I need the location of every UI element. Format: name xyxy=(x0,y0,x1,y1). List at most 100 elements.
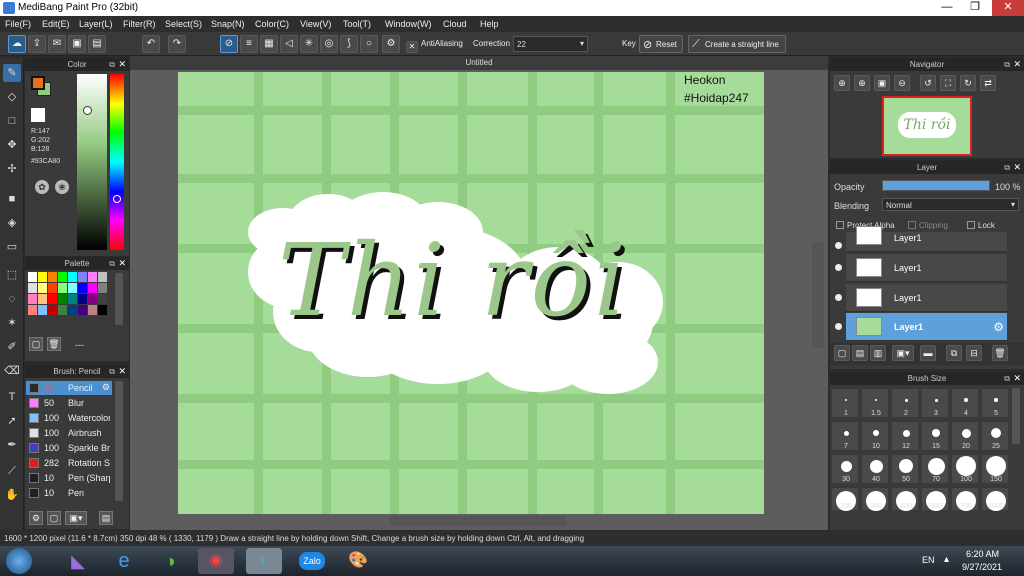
palette-swatch[interactable] xyxy=(48,305,57,315)
palette-scrollbar[interactable] xyxy=(115,273,123,325)
palette-swatch[interactable] xyxy=(38,305,47,315)
brush-item[interactable]: 282 Rotation Sym xyxy=(26,456,112,470)
visual-studio-icon[interactable]: ◣ xyxy=(60,548,96,574)
undo-icon[interactable]: ↶ xyxy=(142,35,160,53)
palette-swatch[interactable] xyxy=(88,294,97,304)
zalo-icon[interactable]: Zalo xyxy=(294,548,330,574)
brush-size-cell[interactable]: 15 xyxy=(921,421,949,451)
canvas-vertical-scrollbar[interactable] xyxy=(812,242,824,348)
menu-cloud[interactable]: Cloud xyxy=(443,19,467,29)
trash-icon[interactable]: 🗑 xyxy=(47,337,61,351)
document-icon[interactable]: ▤ xyxy=(88,35,106,53)
menu-edit[interactable]: Edit(E) xyxy=(42,19,70,29)
detach-icon[interactable]: ⧉ xyxy=(1004,372,1010,385)
brush-item[interactable]: 10 Pen xyxy=(26,486,112,500)
palette-swatch[interactable] xyxy=(58,294,67,304)
brush-size-cell[interactable]: 400 xyxy=(891,487,919,511)
brush-item[interactable]: 10 Pen (Sharp) xyxy=(26,471,112,485)
add-brush-icon[interactable]: ▣▾ xyxy=(65,511,87,525)
brush-size-cell[interactable]: 200 xyxy=(831,487,859,511)
brush-properties-icon[interactable]: ▤ xyxy=(99,511,113,525)
fill-tool-icon[interactable]: ◈ xyxy=(3,214,21,232)
paint-icon[interactable]: 🎨 xyxy=(340,548,376,574)
zoom-fit-icon[interactable]: ⊕ xyxy=(834,75,850,91)
rotate-left-icon[interactable]: ↺ xyxy=(920,75,936,91)
palette-swatch[interactable] xyxy=(88,305,97,315)
palette-swatch[interactable] xyxy=(68,272,77,282)
brush-size-cell[interactable]: 10 xyxy=(861,421,889,451)
palette-swatch[interactable] xyxy=(28,283,37,293)
brush-item[interactable]: 100 Sparkle Brush xyxy=(26,441,112,455)
brush-size-cell[interactable]: 40 xyxy=(861,454,889,484)
new-brush-icon[interactable]: ▢ xyxy=(47,511,61,525)
start-button[interactable] xyxy=(6,548,32,574)
palette-swatch[interactable] xyxy=(98,294,107,304)
merge-down-icon[interactable]: ⊟ xyxy=(966,345,982,361)
detach-icon[interactable]: ⧉ xyxy=(109,365,115,378)
folder-icon[interactable]: ▬ xyxy=(920,345,936,361)
visibility-toggle[interactable] xyxy=(835,242,842,249)
share-icon[interactable]: ⇪ xyxy=(28,35,46,53)
brush-item[interactable]: 100 Airbrush xyxy=(26,426,112,440)
hue-slider[interactable] xyxy=(110,74,124,250)
brush-settings-icon[interactable]: ⚙ xyxy=(29,511,43,525)
palette-swatch[interactable] xyxy=(78,272,87,282)
brush-size-cell[interactable]: 50 xyxy=(891,454,919,484)
palette-swatch[interactable] xyxy=(48,283,57,293)
select-eraser-tool-icon[interactable]: ⌫ xyxy=(3,362,21,380)
menu-view[interactable]: View(V) xyxy=(300,19,331,29)
brush-size-cell[interactable]: 25 xyxy=(981,421,1009,451)
select-pen-tool-icon[interactable]: ✐ xyxy=(3,338,21,356)
eraser-tool-icon[interactable]: ◇ xyxy=(3,88,21,106)
detach-icon[interactable]: ⧉ xyxy=(109,257,115,270)
menu-window[interactable]: Window(W) xyxy=(385,19,432,29)
detach-icon[interactable]: ⧉ xyxy=(109,58,115,71)
lock-checkbox[interactable] xyxy=(967,221,975,229)
select-tool-icon[interactable]: ⬚ xyxy=(3,266,21,284)
new-raster-layer-icon[interactable]: ▤ xyxy=(852,345,868,361)
brush-size-cell[interactable]: 7 xyxy=(831,421,859,451)
actual-size-icon[interactable]: ▣ xyxy=(874,75,890,91)
close-icon[interactable]: ✕ xyxy=(1013,161,1021,174)
snap-off-icon[interactable]: ⊘ xyxy=(220,35,238,53)
divide-tool-icon[interactable]: ⟋ xyxy=(3,462,21,480)
brush-size-cell[interactable]: 30 xyxy=(831,454,859,484)
palette-swatch[interactable] xyxy=(28,272,37,282)
zoom-out-icon[interactable]: ⊖ xyxy=(894,75,910,91)
layer-row[interactable]: Layer1 xyxy=(846,284,1007,312)
layer-row[interactable]: Layer1 xyxy=(846,254,1007,282)
brush-size-cell[interactable]: 300 xyxy=(861,487,889,511)
saturation-value-picker[interactable] xyxy=(77,74,107,250)
operation-tool-icon[interactable]: ➚ xyxy=(3,412,21,430)
close-icon[interactable]: ✕ xyxy=(118,257,126,270)
menu-layer[interactable]: Layer(L) xyxy=(79,19,113,29)
add-layer-menu-icon[interactable]: ▣▾ xyxy=(892,345,914,361)
brush-size-cell[interactable]: 1.5 xyxy=(861,388,889,418)
tray-chevron-icon[interactable]: ▴ xyxy=(944,554,956,566)
palette-swatch[interactable] xyxy=(58,283,67,293)
snap-cross-icon[interactable]: ▦ xyxy=(260,35,278,53)
close-icon[interactable]: ✕ xyxy=(1013,58,1021,71)
close-icon[interactable]: ✕ xyxy=(118,58,126,71)
hand-move-tool-icon[interactable]: ✢ xyxy=(3,160,21,178)
menu-help[interactable]: Help xyxy=(480,19,499,29)
brush-size-cell[interactable]: 500 xyxy=(921,487,949,511)
correction-select[interactable]: 22 ▾ xyxy=(513,36,588,52)
color-wheel-icon[interactable]: ✿ xyxy=(35,180,49,194)
close-icon[interactable]: ✕ xyxy=(118,365,126,378)
brush-size-cell[interactable]: 5 xyxy=(981,388,1009,418)
gear-icon[interactable]: ⚙ xyxy=(993,320,1004,334)
palette-swatch[interactable] xyxy=(68,294,77,304)
brush-scrollbar[interactable] xyxy=(115,381,123,501)
menu-color[interactable]: Color(C) xyxy=(255,19,289,29)
duplicate-layer-icon[interactable]: ⧉ xyxy=(946,345,962,361)
clipping-checkbox[interactable] xyxy=(908,221,916,229)
menu-filter[interactable]: Filter(R) xyxy=(123,19,156,29)
comment-icon[interactable]: ✉ xyxy=(48,35,66,53)
minimize-button[interactable]: — xyxy=(933,0,961,16)
text-tool-icon[interactable]: T xyxy=(3,388,21,406)
export-icon[interactable]: ▣ xyxy=(68,35,86,53)
brush-size-cell[interactable]: 1000 xyxy=(981,487,1009,511)
palette-swatch[interactable] xyxy=(48,294,57,304)
picker-handle[interactable] xyxy=(83,106,92,115)
